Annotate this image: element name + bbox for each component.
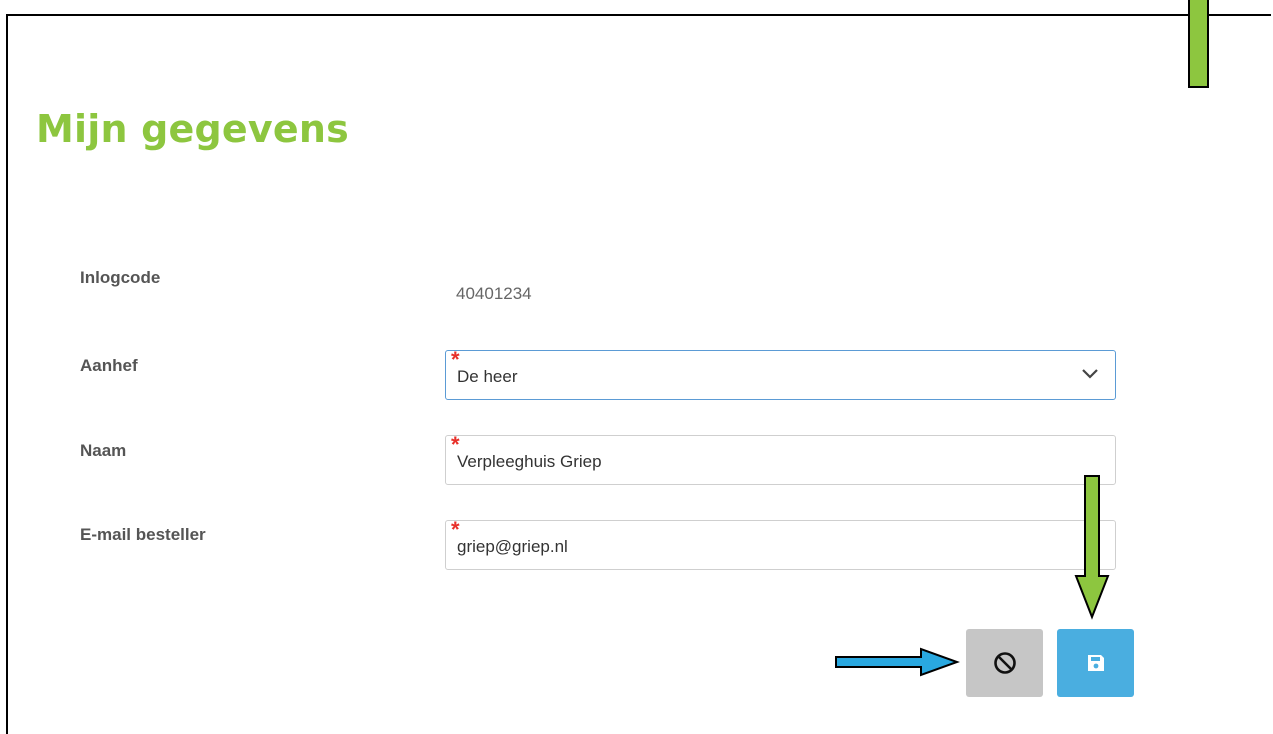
annotation-arrow-right xyxy=(835,647,960,677)
email-label: E-mail besteller xyxy=(80,525,206,544)
email-input[interactable]: * griep@griep.nl xyxy=(445,519,1116,570)
chevron-down-icon xyxy=(1082,369,1098,379)
name-input[interactable]: * Verpleeghuis Griep xyxy=(445,434,1116,485)
name-label: Naam xyxy=(80,441,127,460)
save-button[interactable] xyxy=(1057,629,1134,697)
login-code-label: Inlogcode xyxy=(80,268,161,287)
floppy-disk-icon xyxy=(1087,655,1104,671)
salutation-select[interactable]: * De heer xyxy=(445,349,1116,400)
cancel-button[interactable] xyxy=(966,629,1043,697)
ban-icon xyxy=(993,652,1016,674)
annotation-arrow-top xyxy=(1188,0,1209,88)
login-code-value: 40401234 xyxy=(456,284,532,303)
name-value: Verpleeghuis Griep xyxy=(457,452,602,471)
salutation-label: Aanhef xyxy=(80,356,138,375)
email-value: griep@griep.nl xyxy=(457,537,568,556)
page-title: Mijn gegevens xyxy=(36,107,349,151)
salutation-value: De heer xyxy=(457,367,518,386)
annotation-arrow-down xyxy=(1074,475,1110,620)
